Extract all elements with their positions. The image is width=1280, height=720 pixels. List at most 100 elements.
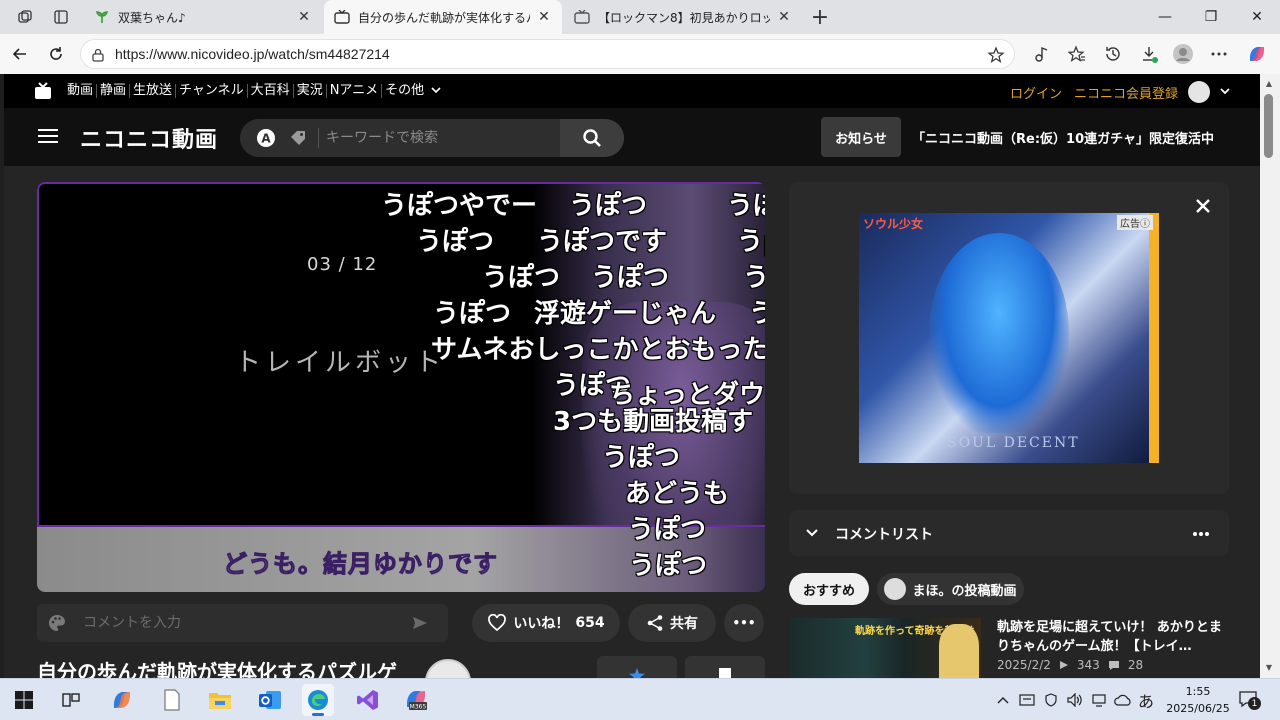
notice-button[interactable]: お知らせ	[821, 117, 901, 157]
chevron-down-icon[interactable]	[805, 526, 819, 540]
taskbar-notepad[interactable]	[156, 684, 188, 716]
taskbar-edge[interactable]	[302, 684, 334, 716]
tab-futaba[interactable]: 双葉ちゃん♪ ✕	[84, 0, 322, 34]
danmaku-comment: うぽつ	[433, 299, 512, 329]
chip-recommended[interactable]: おすすめ	[789, 573, 869, 605]
tab-rockman[interactable]: 【ロックマン8】初見あかりロックマン8！ ✕	[564, 0, 802, 34]
tab-close-icon[interactable]: ✕	[536, 9, 552, 25]
back-button[interactable]	[8, 42, 32, 66]
tab-title: 【ロックマン8】初見あかりロックマン8！	[598, 10, 770, 25]
video-player[interactable]: 03 / 12 トレイルボット どうも。結月ゆかりです うぽつやでー うぽつ う…	[37, 182, 765, 592]
taskbar-m365[interactable]: M365	[400, 684, 432, 716]
chip-uploader-videos[interactable]: まほ。の投稿動画	[877, 573, 1024, 605]
share-label: 共有	[670, 616, 698, 632]
recommended-title[interactable]: 軌跡を足場に超えていけ！ あかりとまりちゃんのゲーム旅！【トレイ…	[997, 618, 1229, 656]
close-icon[interactable]	[1193, 196, 1213, 216]
minimize-button[interactable]: —	[1142, 0, 1188, 34]
ime-hiragana-indicator[interactable]: あ	[1137, 690, 1155, 711]
nav-link-channel[interactable]: チャンネル	[175, 84, 247, 98]
nav-link-jikkyo[interactable]: 実況	[292, 84, 326, 98]
site-brand-logo[interactable]: ニコニコ動画	[80, 122, 218, 154]
notification-center[interactable]: 1	[1238, 690, 1262, 710]
nav-link-seiga[interactable]: 静画	[96, 84, 129, 98]
tab-close-icon[interactable]: ✕	[776, 9, 792, 25]
tab-current-video[interactable]: 自分の歩んだ軌跡が実体化するパズルゲ ✕	[324, 0, 562, 34]
register-link[interactable]: ニコニコ会員登録	[1074, 83, 1178, 102]
share-button[interactable]: 共有	[628, 604, 716, 642]
add-mylist-button[interactable]	[597, 656, 677, 678]
security-icon[interactable]	[1042, 690, 1060, 710]
address-bar[interactable]: https://www.nicovideo.jp/watch/sm4482721…	[80, 39, 1015, 69]
task-view-button[interactable]	[55, 684, 87, 716]
site-info-icon[interactable]	[89, 46, 107, 64]
maximize-button[interactable]: ❐	[1188, 0, 1234, 34]
nav-link-dic[interactable]: 大百科	[246, 84, 293, 98]
user-avatar[interactable]	[1188, 81, 1210, 103]
nav-link-other[interactable]: その他	[381, 84, 444, 98]
niconico-logo-icon[interactable]	[34, 82, 52, 100]
tag-search-mode-icon[interactable]	[288, 128, 308, 148]
copilot-app-icon	[114, 692, 130, 708]
uploader-avatar[interactable]	[425, 659, 471, 678]
profile-avatar-icon[interactable]	[1172, 43, 1194, 65]
settings-more-icon[interactable]	[1208, 43, 1230, 65]
reload-button[interactable]	[44, 42, 68, 66]
tab-actions-icon[interactable]	[50, 6, 72, 28]
keyword-search-mode-icon[interactable]: A	[256, 128, 276, 148]
danmaku-comment: 3つも動画投稿す	[553, 407, 754, 437]
new-tab-button[interactable]: +	[808, 5, 832, 30]
nav-link-nanime[interactable]: Nアニメ	[325, 84, 381, 98]
taskbar-copilot[interactable]	[106, 684, 138, 716]
recommended-video-item[interactable]: 軌跡を作って奇跡を起こせ 軌跡を足場に超えていけ！ あかりとまりちゃんのゲーム旅…	[789, 618, 1229, 678]
like-label: いいね！	[513, 616, 570, 632]
danmaku-comment: サムネおしっこかとおもった	[431, 335, 765, 365]
network-icon[interactable]	[1090, 690, 1108, 710]
ad-badge[interactable]: 広告ⓘ	[1117, 215, 1153, 230]
start-button[interactable]	[8, 684, 40, 716]
taskbar-outlook[interactable]	[254, 684, 286, 716]
history-icon[interactable]	[1102, 43, 1124, 65]
taskbar-visual-studio[interactable]	[352, 684, 384, 716]
more-options-icon[interactable]	[1191, 524, 1211, 544]
favorite-star-icon[interactable]	[986, 45, 1006, 65]
notification-count-badge: 1	[1248, 697, 1261, 710]
send-comment-icon[interactable]	[411, 614, 429, 632]
favorites-icon[interactable]	[1066, 43, 1088, 65]
watch-later-button[interactable]	[685, 656, 765, 678]
onedrive-cloud-icon[interactable]	[1114, 690, 1132, 710]
ime-mode-icon[interactable]	[1018, 690, 1036, 710]
system-clock[interactable]: 1:55 2025/06/25	[1160, 683, 1236, 717]
read-aloud-icon[interactable]	[1030, 43, 1052, 65]
more-actions-button[interactable]: •••	[724, 604, 764, 642]
nav-link-douga[interactable]: 動画	[64, 84, 96, 98]
chevron-down-icon	[431, 87, 441, 94]
palette-icon[interactable]	[47, 613, 67, 633]
comment-input[interactable]	[83, 613, 383, 633]
tab-close-icon[interactable]: ✕	[296, 9, 312, 25]
scroll-up-arrow-icon[interactable]: ▲	[1264, 78, 1274, 88]
tray-overflow-chevron-icon[interactable]	[994, 690, 1012, 710]
nav-link-live[interactable]: 生放送	[129, 84, 175, 98]
downloads-icon[interactable]	[1138, 43, 1160, 65]
play-count-icon	[1059, 661, 1068, 669]
search-input[interactable]	[326, 127, 546, 149]
volume-icon[interactable]	[1066, 690, 1084, 710]
recommended-thumbnail[interactable]: 軌跡を作って奇跡を起こせ	[789, 618, 981, 678]
comment-list-header[interactable]: コメントリスト	[789, 510, 1229, 556]
danmaku-comment: あどうも	[625, 479, 730, 509]
hamburger-menu-icon[interactable]	[38, 128, 58, 144]
login-link[interactable]: ログイン	[1010, 83, 1062, 102]
page-scrollbar[interactable]: ▲ ▼	[1260, 74, 1280, 678]
notice-ticker[interactable]: 「ニコニコ動画（Re:仮）10連ガチャ」限定復活中	[912, 128, 1214, 147]
scrollbar-thumb[interactable]	[1264, 94, 1273, 158]
window-close-button[interactable]: ✕	[1234, 0, 1280, 34]
like-button[interactable]: いいね！ 654	[472, 604, 620, 642]
search-button[interactable]	[560, 119, 624, 157]
copilot-icon[interactable]	[1246, 43, 1268, 65]
workspaces-icon[interactable]	[14, 6, 36, 28]
chevron-down-icon[interactable]	[1218, 84, 1232, 98]
taskbar-file-explorer[interactable]	[204, 684, 236, 716]
scroll-down-arrow-icon[interactable]: ▼	[1264, 662, 1274, 672]
ad-banner-image[interactable]: ソウル少女 広告ⓘ SOUL DECENT	[859, 213, 1159, 463]
url-text[interactable]: https://www.nicovideo.jp/watch/sm4482721…	[115, 46, 390, 62]
